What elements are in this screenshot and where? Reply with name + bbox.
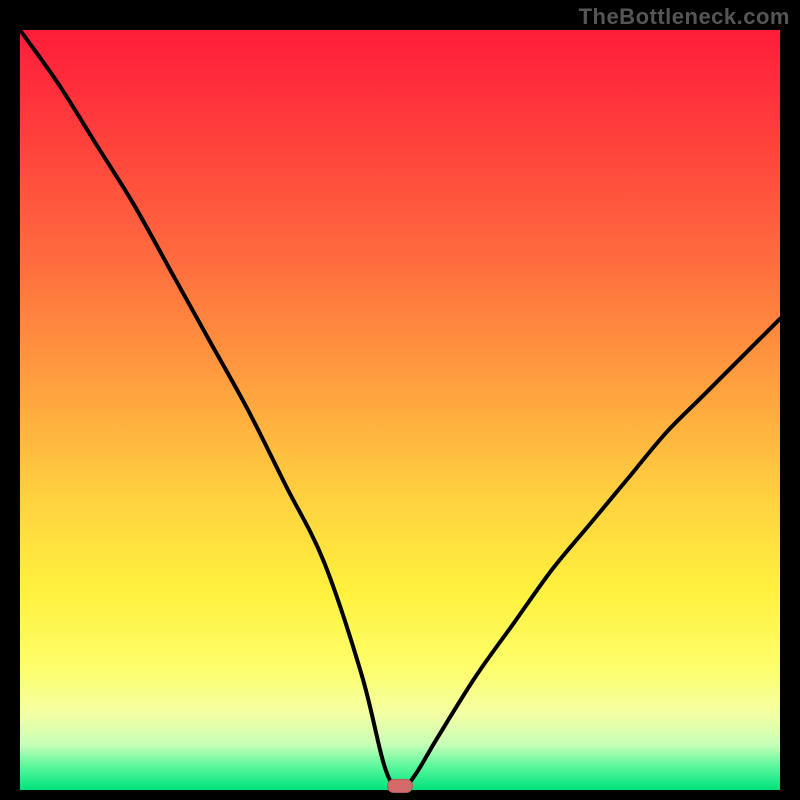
chart-frame: TheBottleneck.com <box>0 0 800 800</box>
watermark-text: TheBottleneck.com <box>579 4 790 30</box>
plot-area <box>20 30 780 790</box>
optimal-point-marker <box>387 779 413 793</box>
bottleneck-curve <box>20 30 780 790</box>
